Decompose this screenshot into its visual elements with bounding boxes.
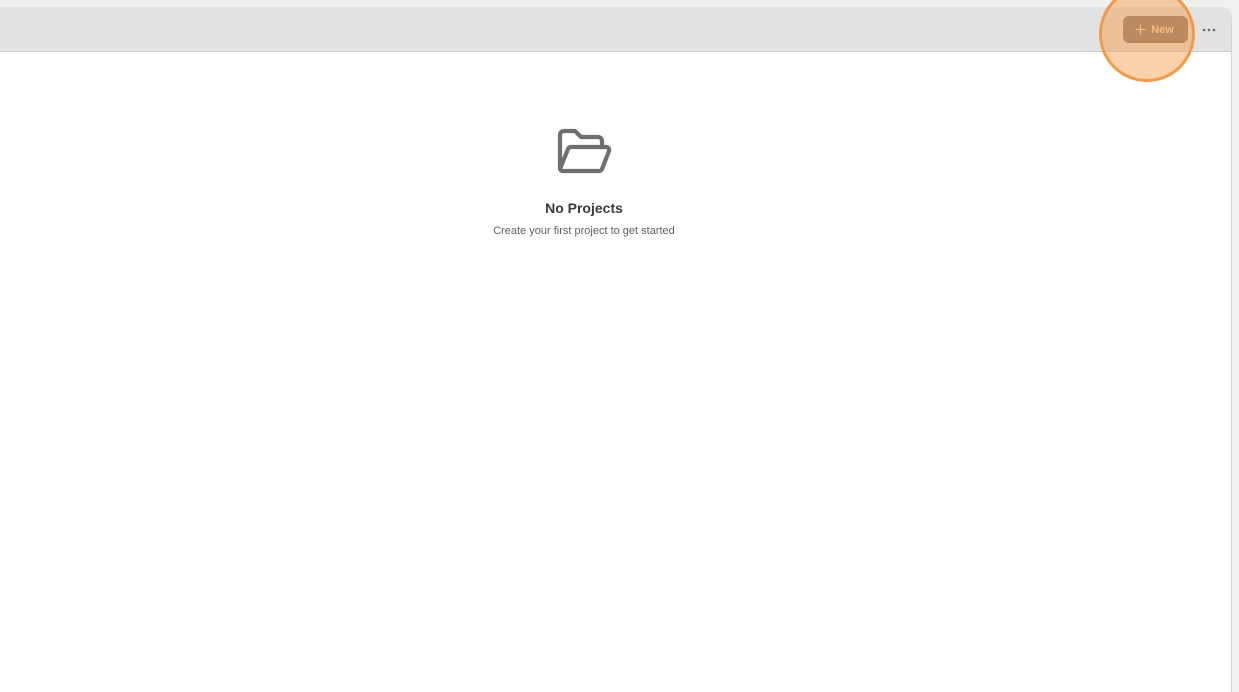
toolbar: New (0, 7, 1231, 52)
empty-state-subtitle: Create your first project to get started (493, 225, 675, 237)
more-horizontal-icon (1202, 28, 1216, 32)
new-project-button[interactable]: New (1123, 16, 1188, 43)
more-options-button[interactable] (1199, 21, 1219, 39)
empty-state-title: No Projects (545, 200, 623, 216)
empty-state: No Projects Create your first project to… (384, 127, 784, 237)
new-button-label: New (1151, 23, 1174, 36)
projects-window: New No Projects Create your first projec… (0, 7, 1232, 692)
plus-icon (1135, 24, 1146, 35)
folder-open-icon (557, 128, 612, 174)
